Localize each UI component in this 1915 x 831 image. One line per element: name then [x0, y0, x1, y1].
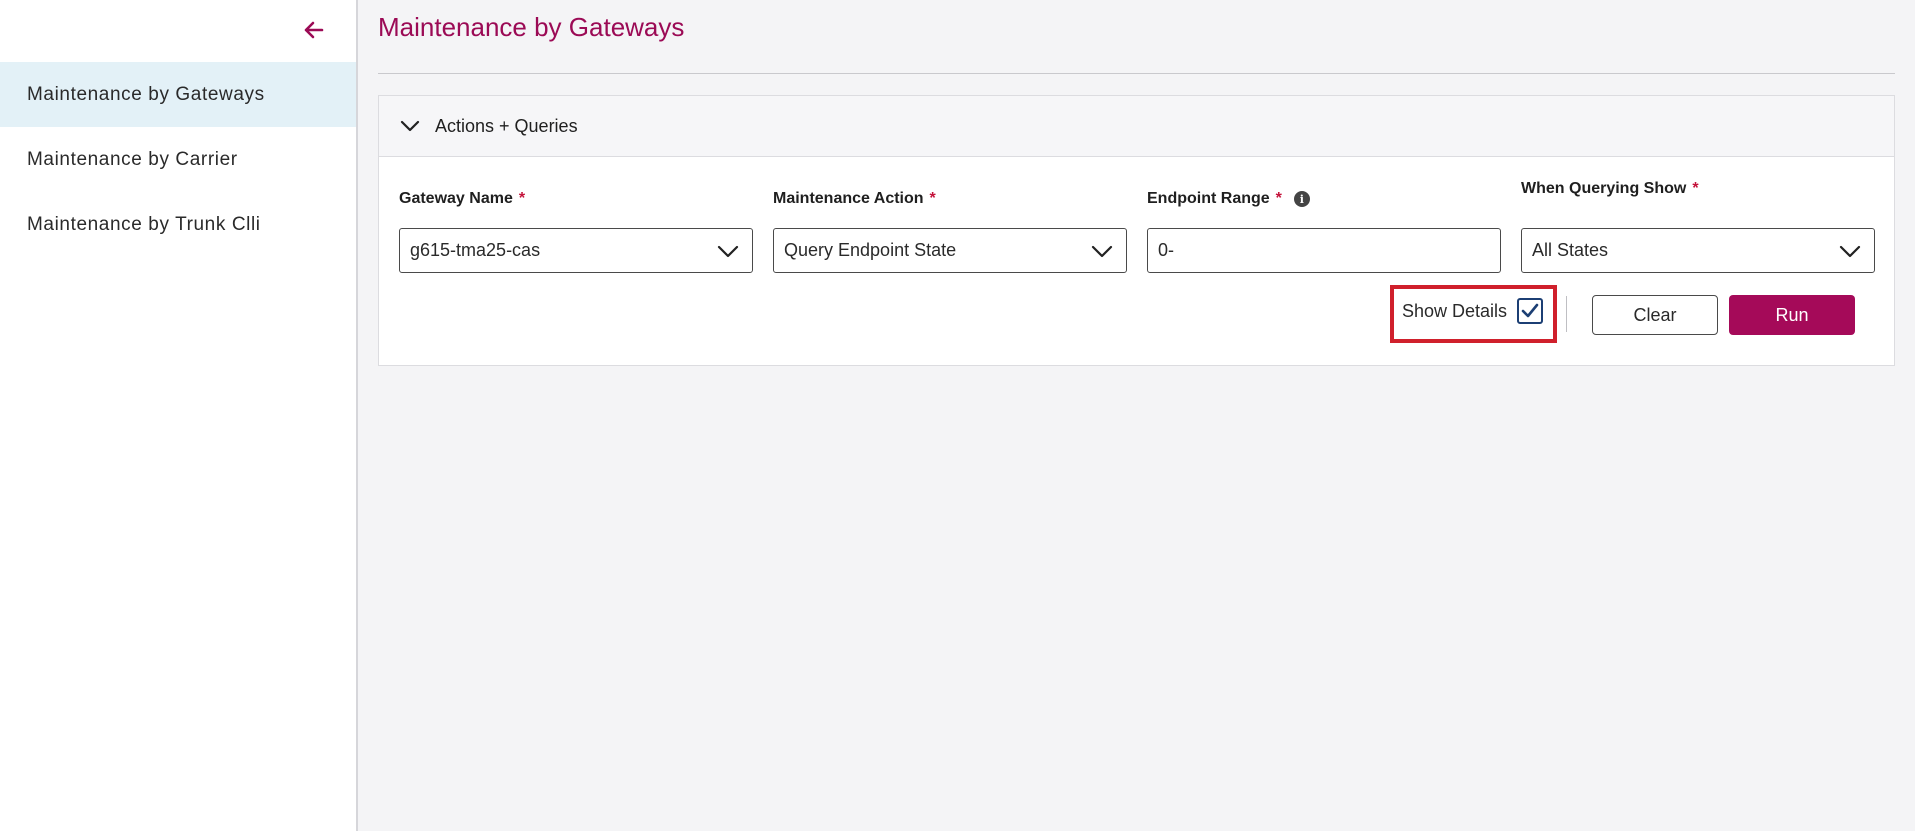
chevron-down-icon	[1091, 245, 1113, 257]
title-divider	[378, 73, 1895, 74]
required-mark: *	[1275, 190, 1282, 207]
show-details-toggle[interactable]: Show Details	[1391, 285, 1544, 337]
endpoint-range-label: Endpoint Range * i	[1147, 188, 1310, 210]
actions-queries-panel: Actions + Queries Gateway Name * g615-tm…	[378, 95, 1895, 366]
gateway-name-value: g615-tma25-cas	[410, 240, 541, 260]
required-mark: *	[1692, 180, 1699, 197]
chevron-down-icon	[1839, 245, 1861, 257]
sidebar-item-maintenance-by-gateways[interactable]: Maintenance by Gateways	[0, 62, 356, 127]
endpoint-range-value: 0-	[1158, 240, 1175, 260]
gateway-name-label: Gateway Name *	[399, 188, 525, 210]
sidebar-item-maintenance-by-carrier[interactable]: Maintenance by Carrier	[0, 127, 356, 192]
sidebar: Maintenance by Gateways Maintenance by C…	[0, 0, 358, 831]
maintenance-action-field: Maintenance Action * Query Endpoint Stat…	[773, 188, 1127, 273]
when-querying-show-select[interactable]: All States	[1521, 228, 1875, 273]
required-mark: *	[929, 190, 936, 207]
run-button[interactable]: Run	[1729, 295, 1855, 335]
gateway-name-label-text: Gateway Name	[399, 190, 513, 207]
chevron-down-icon	[400, 120, 420, 132]
collapse-sidebar-button[interactable]	[298, 14, 330, 46]
when-querying-show-label-text: When Querying Show	[1521, 180, 1687, 197]
sidebar-nav: Maintenance by Gateways Maintenance by C…	[0, 62, 356, 257]
when-querying-show-value: All States	[1532, 240, 1609, 260]
when-querying-show-label: When Querying Show *	[1521, 178, 1699, 200]
actions-queries-toggle[interactable]: Actions + Queries	[379, 96, 1894, 157]
maintenance-action-label: Maintenance Action *	[773, 188, 936, 210]
show-details-checkbox[interactable]	[1517, 298, 1544, 324]
info-icon[interactable]: i	[1293, 191, 1310, 207]
page-title: Maintenance by Gateways	[378, 12, 685, 42]
endpoint-range-field: Endpoint Range * i 0-	[1147, 188, 1501, 273]
chevron-down-icon	[717, 245, 739, 257]
button-separator	[1566, 296, 1567, 332]
maintenance-action-label-text: Maintenance Action	[773, 190, 924, 207]
endpoint-range-label-text: Endpoint Range	[1147, 190, 1270, 207]
checkmark-icon	[1521, 303, 1539, 318]
arrow-left-icon	[304, 21, 324, 39]
gateway-name-select[interactable]: g615-tma25-cas	[399, 228, 753, 273]
show-details-label: Show Details	[1402, 300, 1508, 321]
when-querying-show-field: When Querying Show * All States	[1521, 178, 1875, 273]
panel-header-label: Actions + Queries	[435, 115, 578, 136]
clear-button[interactable]: Clear	[1592, 295, 1718, 335]
required-mark: *	[518, 190, 526, 207]
endpoint-range-input[interactable]: 0-	[1147, 228, 1501, 273]
maintenance-action-select[interactable]: Query Endpoint State	[773, 228, 1127, 273]
maintenance-action-value: Query Endpoint State	[784, 240, 957, 260]
gateway-name-field: Gateway Name * g615-tma25-cas	[399, 188, 753, 273]
sidebar-item-maintenance-by-trunk-clli[interactable]: Maintenance by Trunk Clli	[0, 192, 356, 257]
